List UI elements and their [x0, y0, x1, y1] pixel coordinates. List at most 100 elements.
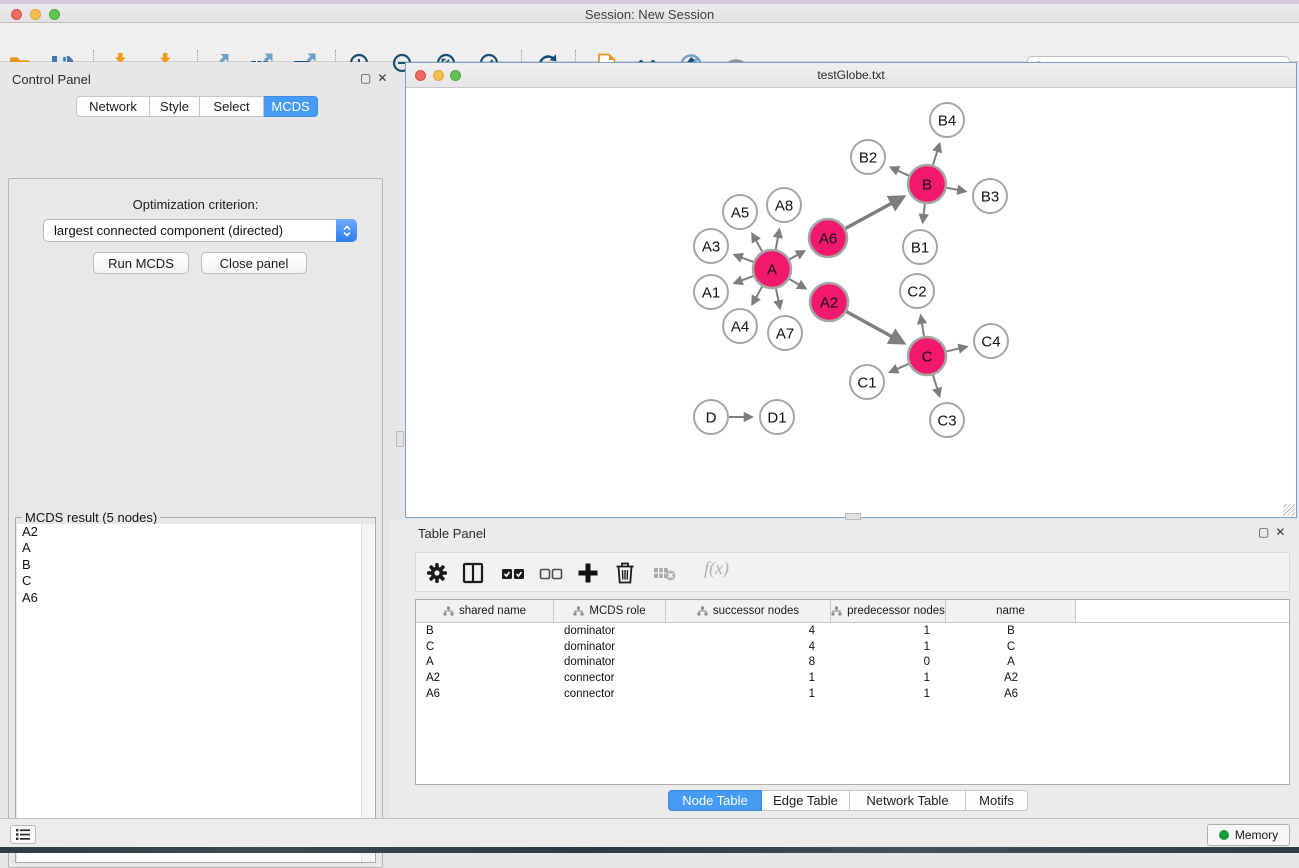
desktop-background-bottom	[0, 847, 1299, 853]
tab-edge-table[interactable]: Edge Table	[762, 790, 850, 811]
optimization-criterion-select[interactable]: largest connected component (directed)	[43, 219, 357, 242]
tab-network-table[interactable]: Network Table	[850, 790, 966, 811]
table-cell[interactable]: dominator	[554, 656, 666, 668]
graph-edge-B-B1[interactable]	[923, 204, 925, 222]
graph-edge-C-C3[interactable]	[933, 375, 940, 396]
mcds-result-item[interactable]: B	[17, 557, 375, 573]
graph-edge-A6-B[interactable]	[846, 197, 904, 228]
column-header-name[interactable]: name	[946, 600, 1076, 622]
columns-icon[interactable]	[460, 560, 486, 586]
graph-node-label: B	[922, 176, 932, 193]
run-mcds-button[interactable]: Run MCDS	[93, 252, 189, 274]
gear-icon[interactable]	[424, 560, 450, 586]
vertical-splitter-handle[interactable]	[396, 431, 404, 447]
graph-edge-A-A2[interactable]	[789, 279, 805, 288]
table-cell[interactable]: connector	[554, 688, 666, 700]
application-window: Session: New Session	[0, 0, 1299, 853]
close-panel-icon[interactable]: ✕	[1275, 525, 1291, 539]
graph-edge-A-A6[interactable]	[789, 251, 804, 259]
tab-select[interactable]: Select	[200, 96, 264, 117]
graph-edge-C-C1[interactable]	[890, 364, 909, 372]
table-row[interactable]: A6connector11A6	[416, 686, 1289, 702]
mcds-result-item[interactable]: A	[17, 540, 375, 556]
tab-network[interactable]: Network	[76, 96, 150, 117]
add-icon[interactable]	[575, 560, 601, 586]
graph-edge-A-A1[interactable]	[734, 276, 753, 283]
float-panel-icon[interactable]: ▢	[1258, 525, 1275, 539]
graph-node-label: D1	[767, 409, 786, 426]
table-row[interactable]: A2connector11A2	[416, 670, 1289, 686]
graph-edge-B-B4[interactable]	[933, 144, 940, 165]
table-cell[interactable]: 1	[831, 625, 946, 637]
table-cell[interactable]: A	[416, 656, 554, 668]
graph-node-label: C2	[907, 283, 926, 300]
table-cell[interactable]: B	[946, 625, 1076, 637]
table-cell[interactable]: 4	[666, 641, 831, 653]
table-cell[interactable]: dominator	[554, 641, 666, 653]
memory-button[interactable]: Memory	[1207, 824, 1290, 846]
table-cell[interactable]: connector	[554, 672, 666, 684]
mcds-result-groupbox: MCDS result (5 nodes) A2ABCA6	[15, 517, 376, 863]
float-panel-icon[interactable]: ▢	[360, 71, 377, 85]
mcds-result-scrollbar[interactable]	[361, 524, 374, 862]
trash-icon[interactable]	[612, 560, 638, 586]
table-row[interactable]: Adominator80A	[416, 654, 1289, 670]
graph-edge-C-C4[interactable]	[946, 347, 966, 352]
table-cell[interactable]: C	[946, 641, 1076, 653]
column-header-predecessor-nodes[interactable]: predecessor nodes	[831, 600, 946, 622]
node-table[interactable]: shared nameMCDS rolesuccessor nodesprede…	[415, 599, 1290, 785]
mcds-result-item[interactable]: C	[17, 573, 375, 589]
graph-edge-A2-C[interactable]	[847, 312, 904, 343]
network-canvas[interactable]: B4B2BB3A8A5A6A3B1AA1C2A2A4A7C4CC1DD1C3	[406, 88, 1296, 517]
close-panel-button[interactable]: Close panel	[201, 252, 307, 274]
graph-edge-B-B3[interactable]	[947, 188, 966, 192]
tab-mcds[interactable]: MCDS	[264, 96, 318, 117]
column-header-shared-name[interactable]: shared name	[416, 600, 554, 622]
table-cell[interactable]: 1	[831, 688, 946, 700]
table-cell[interactable]: A2	[416, 672, 554, 684]
table-cell[interactable]: A2	[946, 672, 1076, 684]
table-cell[interactable]: 1	[831, 672, 946, 684]
mcds-tab-content: Optimization criterion: largest connecte…	[8, 178, 383, 868]
network-window-titlebar[interactable]: testGlobe.txt	[406, 63, 1296, 88]
table-cell[interactable]: B	[416, 625, 554, 637]
table-cell[interactable]: 0	[831, 656, 946, 668]
mcds-result-item[interactable]: A6	[17, 590, 375, 606]
window-resize-grip[interactable]	[1283, 504, 1295, 516]
table-row[interactable]: Cdominator41C	[416, 639, 1289, 655]
graph-edge-A-A8[interactable]	[776, 230, 780, 250]
tab-style[interactable]: Style	[150, 96, 200, 117]
tab-motifs[interactable]: Motifs	[966, 790, 1028, 811]
graph-edge-B-B2[interactable]	[891, 167, 909, 175]
mcds-result-list[interactable]: A2ABCA6	[17, 524, 375, 862]
close-panel-icon[interactable]: ✕	[377, 71, 393, 85]
table-cell[interactable]: 1	[831, 641, 946, 653]
table-cell[interactable]: A6	[946, 688, 1076, 700]
table-cell[interactable]: A6	[416, 688, 554, 700]
table-cell[interactable]: 8	[666, 656, 831, 668]
table-cell[interactable]: 1	[666, 688, 831, 700]
task-history-button[interactable]	[10, 825, 36, 844]
graph-node-label: A2	[820, 294, 838, 311]
mcds-result-item[interactable]: A2	[17, 524, 375, 540]
graph-edge-C-C2[interactable]	[921, 316, 924, 337]
select-all-icon[interactable]	[500, 560, 526, 586]
table-cell[interactable]: 4	[666, 625, 831, 637]
horizontal-splitter-handle[interactable]	[845, 513, 861, 520]
table-cell[interactable]: A	[946, 656, 1076, 668]
network-graph: B4B2BB3A8A5A6A3B1AA1C2A2A4A7C4CC1DD1C3	[406, 88, 1296, 517]
table-cell[interactable]: 1	[666, 672, 831, 684]
table-cell[interactable]: dominator	[554, 625, 666, 637]
table-row[interactable]: Bdominator41B	[416, 623, 1289, 639]
column-header-successor-nodes[interactable]: successor nodes	[666, 600, 831, 622]
graph-edge-A-A7[interactable]	[776, 289, 780, 309]
graph-node-label: B2	[859, 149, 877, 166]
app-titlebar: Session: New Session	[0, 4, 1299, 23]
tab-node-table[interactable]: Node Table	[668, 790, 762, 811]
table-cell[interactable]: C	[416, 641, 554, 653]
graph-edge-A-A4[interactable]	[752, 286, 762, 304]
deselect-all-icon[interactable]	[538, 560, 564, 586]
graph-edge-A-A5[interactable]	[752, 234, 762, 252]
column-header-MCDS-role[interactable]: MCDS role	[554, 600, 666, 622]
graph-edge-A-A3[interactable]	[734, 255, 753, 262]
